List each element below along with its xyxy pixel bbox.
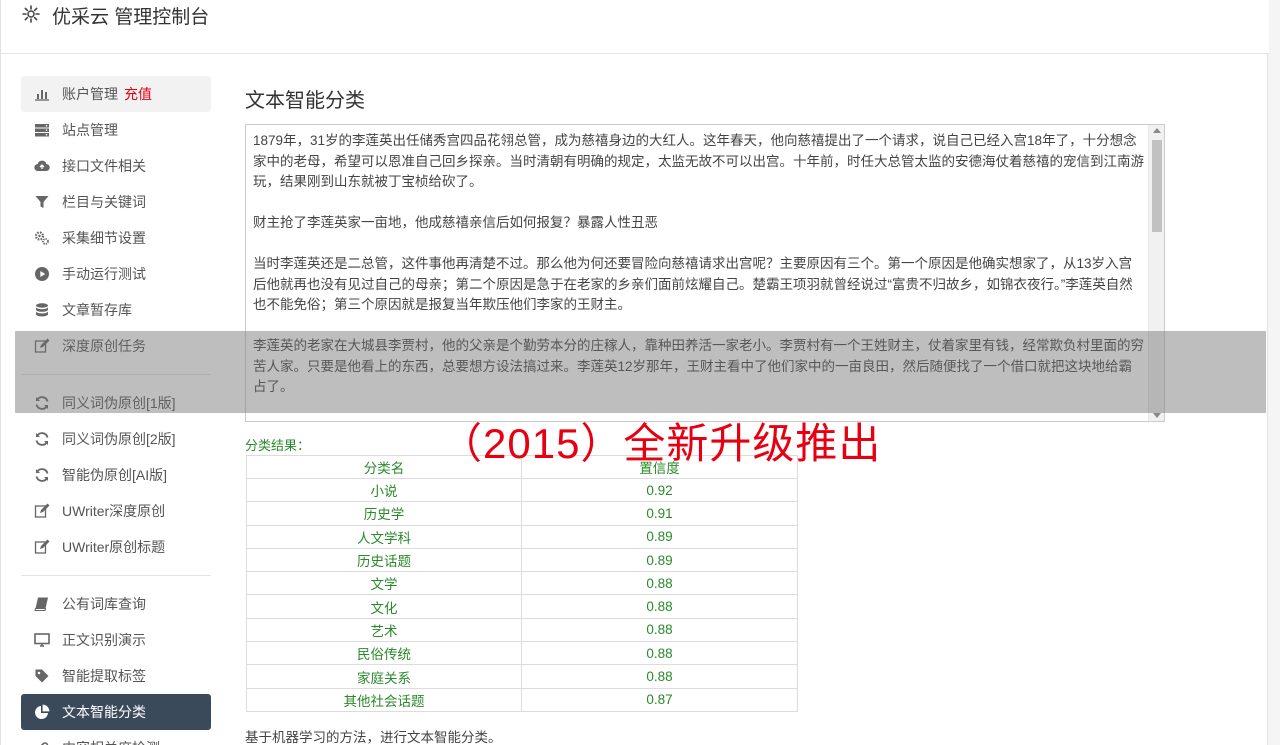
filter-icon bbox=[34, 194, 50, 210]
confidence-cell: 0.87 bbox=[521, 687, 798, 712]
sidebar-item-label: 文章暂存库 bbox=[62, 302, 132, 318]
sidebar-item-label: 文本智能分类 bbox=[62, 704, 146, 720]
confidence-cell: 0.88 bbox=[521, 617, 798, 643]
sidebar-item-label: 公有词库查询 bbox=[62, 596, 146, 612]
sidebar-item-12[interactable]: UWriter原创标题 bbox=[21, 529, 211, 565]
sidebar-item-label: 正文识别演示 bbox=[62, 632, 146, 648]
sidebar-item-label: 站点管理 bbox=[62, 122, 118, 138]
cloud-upload-icon bbox=[34, 158, 50, 174]
database-icon bbox=[34, 302, 50, 318]
sidebar-item-5[interactable]: 手动运行测试 bbox=[21, 256, 211, 292]
sidebar-item-15[interactable]: 智能提取标签 bbox=[21, 658, 211, 694]
category-cell: 历史话题 bbox=[246, 547, 522, 573]
table-row: 人文学科 0.89 bbox=[246, 524, 798, 549]
sidebar-item-label: 账户管理 bbox=[62, 86, 118, 102]
sidebar-item-6[interactable]: 文章暂存库 bbox=[21, 292, 211, 328]
edit-icon bbox=[34, 539, 50, 555]
pie-chart-icon bbox=[34, 704, 50, 720]
sidebar-divider bbox=[21, 575, 211, 576]
sidebar-item-label: 智能伪原创[AI版] bbox=[62, 467, 168, 483]
sidebar-item-17[interactable]: 内容相关度检测 bbox=[21, 730, 211, 745]
gear-icon bbox=[21, 4, 41, 24]
sidebar-item-label: 栏目与关键词 bbox=[62, 194, 146, 210]
server-icon bbox=[34, 122, 50, 138]
category-cell: 小说 bbox=[246, 477, 522, 503]
sidebar-item-3[interactable]: 栏目与关键词 bbox=[21, 184, 211, 220]
sidebar-item-1[interactable]: 站点管理 bbox=[21, 112, 211, 148]
sidebar-item-2[interactable]: 接口文件相关 bbox=[21, 148, 211, 184]
sidebar-item-label: 手动运行测试 bbox=[62, 266, 146, 282]
sidebar-item-10[interactable]: 智能伪原创[AI版] bbox=[21, 457, 211, 493]
result-label: 分类结果： bbox=[245, 438, 311, 453]
confidence-cell: 0.88 bbox=[521, 664, 798, 689]
recharge-link[interactable]: 充值 bbox=[124, 84, 152, 104]
sidebar-item-16[interactable]: 文本智能分类 bbox=[21, 694, 211, 730]
main-content: 文本智能分类 1879年，31岁的李莲英出任储秀宫四品花翎总管，成为慈禧身边的大… bbox=[245, 84, 1165, 422]
sidebar-item-0[interactable]: 账户管理 充值 bbox=[21, 76, 211, 112]
gears-icon bbox=[34, 230, 50, 246]
table-row: 民俗传统 0.88 bbox=[246, 641, 798, 666]
app-title: 优采云 管理控制台 bbox=[52, 7, 210, 28]
category-cell: 历史学 bbox=[246, 501, 522, 526]
table-row: 艺术 0.88 bbox=[246, 617, 798, 643]
confidence-cell: 0.89 bbox=[521, 524, 798, 549]
category-cell: 人文学科 bbox=[246, 524, 522, 549]
sidebar-item-4[interactable]: 采集细节设置 bbox=[21, 220, 211, 256]
book-icon bbox=[34, 596, 50, 612]
scroll-up-icon[interactable] bbox=[1153, 128, 1161, 133]
result-table: 分类名 置信度 小说 0.92 历史学 0.91 人文学科 0.89 历史话题 0.89 文学 0… bbox=[246, 455, 798, 712]
confidence-cell: 0.88 bbox=[521, 571, 798, 596]
sidebar-item-label: 同义词伪原创[2版] bbox=[62, 431, 176, 447]
sidebar-item-label: UWriter深度原创 bbox=[62, 503, 166, 519]
bar-chart-icon bbox=[34, 86, 50, 102]
page-title: 文本智能分类 bbox=[245, 90, 365, 112]
table-row: 家庭关系 0.88 bbox=[246, 664, 798, 689]
sidebar-item-label: 接口文件相关 bbox=[62, 158, 146, 174]
confidence-cell: 0.92 bbox=[521, 477, 798, 503]
sidebar-item-9[interactable]: 同义词伪原创[2版] bbox=[21, 421, 211, 457]
link-icon bbox=[34, 740, 50, 745]
refresh-icon bbox=[34, 467, 50, 483]
refresh-icon bbox=[34, 431, 50, 447]
promo-banner: （2015）全新升级推出 bbox=[440, 420, 882, 467]
tag-icon bbox=[34, 668, 50, 684]
sidebar-item-13[interactable]: 公有词库查询 bbox=[21, 586, 211, 622]
edit-icon bbox=[34, 503, 50, 519]
desktop-icon bbox=[34, 632, 50, 648]
play-circle-icon bbox=[34, 266, 50, 282]
table-row: 历史话题 0.89 bbox=[246, 547, 798, 573]
category-cell: 其他社会话题 bbox=[246, 687, 522, 712]
confidence-cell: 0.88 bbox=[521, 594, 798, 619]
sidebar-item-14[interactable]: 正文识别演示 bbox=[21, 622, 211, 658]
confidence-cell: 0.89 bbox=[521, 547, 798, 573]
table-row: 小说 0.92 bbox=[246, 477, 798, 503]
sidebar-item-11[interactable]: UWriter深度原创 bbox=[21, 493, 211, 529]
sidebar-item-label: 智能提取标签 bbox=[62, 668, 146, 684]
category-cell: 民俗传统 bbox=[246, 641, 522, 666]
table-row: 文化 0.88 bbox=[246, 594, 798, 619]
promo-overlay bbox=[15, 331, 1266, 413]
sidebar-item-label: UWriter原创标题 bbox=[62, 539, 166, 555]
table-row: 其他社会话题 0.87 bbox=[246, 687, 798, 712]
scroll-down-icon[interactable] bbox=[1153, 413, 1161, 418]
confidence-cell: 0.88 bbox=[521, 641, 798, 666]
sidebar-item-label: 内容相关度检测 bbox=[62, 738, 160, 745]
table-row: 文学 0.88 bbox=[246, 571, 798, 596]
category-cell: 艺术 bbox=[246, 617, 522, 643]
sidebar-item-label: 采集细节设置 bbox=[62, 230, 146, 246]
category-cell: 文化 bbox=[246, 594, 522, 619]
table-row: 历史学 0.91 bbox=[246, 501, 798, 526]
category-cell: 家庭关系 bbox=[246, 664, 522, 689]
scroll-thumb[interactable] bbox=[1152, 140, 1162, 232]
category-cell: 文学 bbox=[246, 571, 522, 596]
top-bar: 优采云 管理控制台 bbox=[1, 0, 1269, 54]
confidence-cell: 0.91 bbox=[521, 501, 798, 526]
footnote: 基于机器学习的方法，进行文本智能分类。 bbox=[245, 730, 502, 745]
